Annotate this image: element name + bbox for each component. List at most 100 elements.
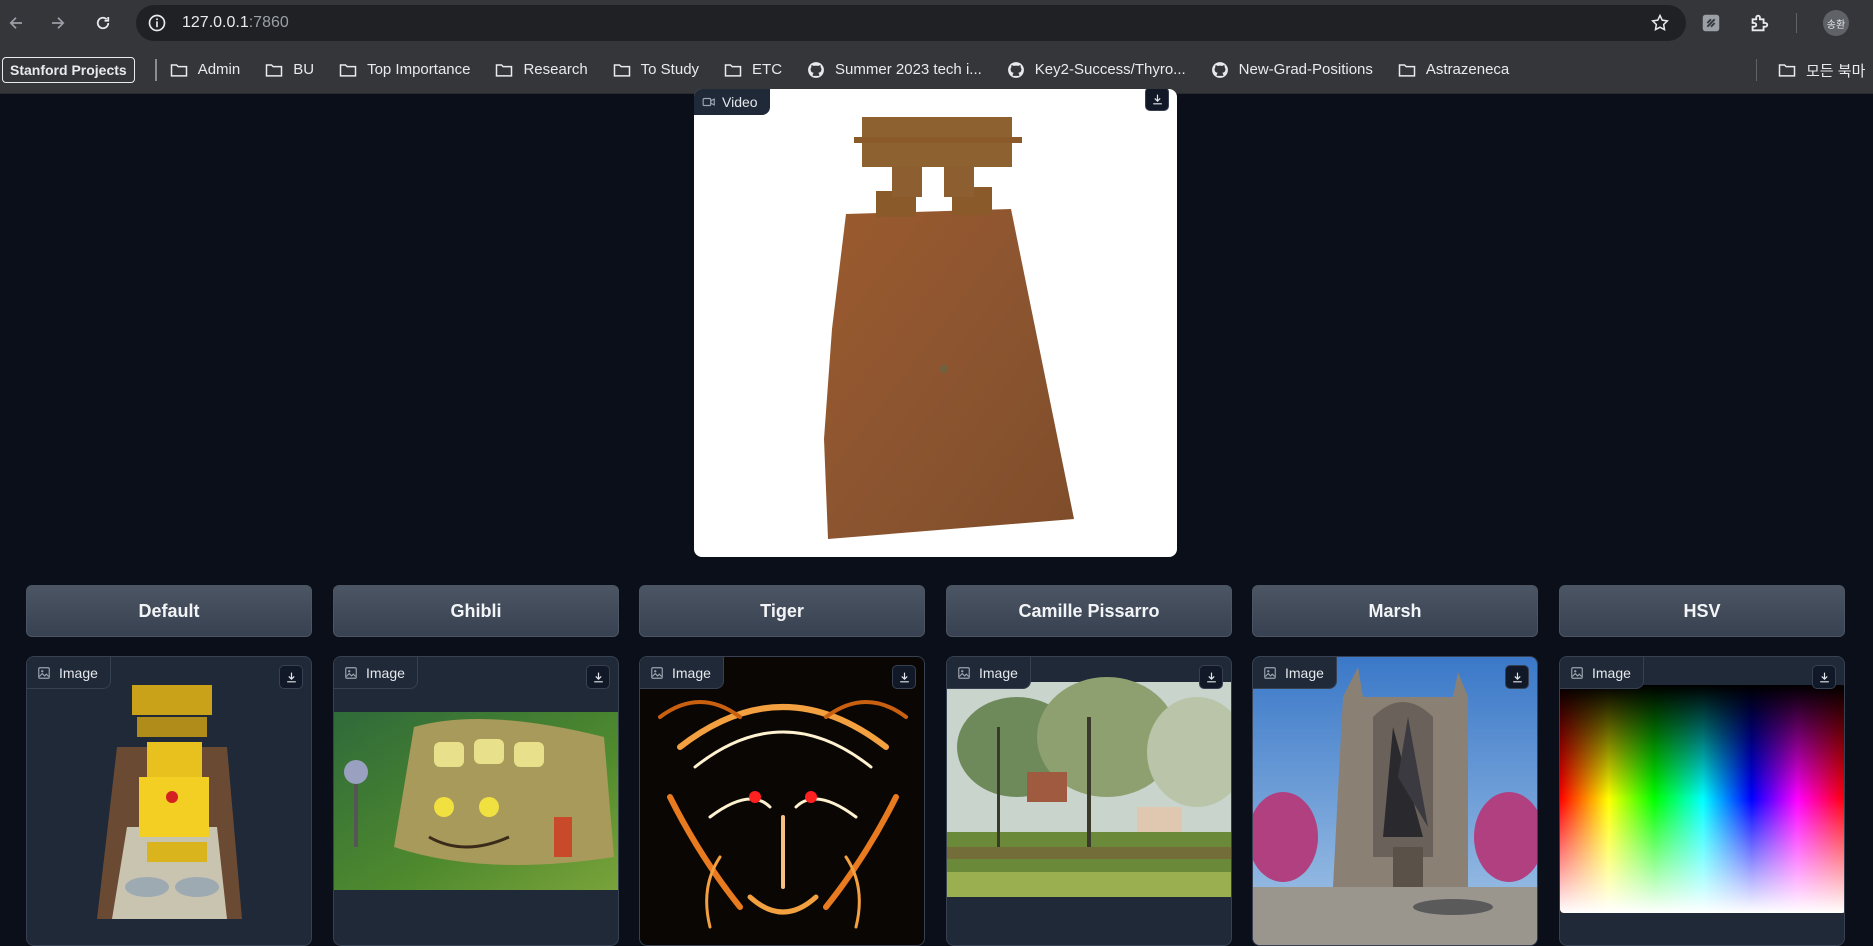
style-button-camille-pissarro[interactable]: Camille Pissarro (946, 585, 1232, 637)
extensions-puzzle-icon[interactable] (1748, 12, 1770, 34)
bookmark-label: Research (523, 61, 588, 78)
bookmark-label: ETC (752, 61, 783, 78)
image-card-ghibli: Image (333, 656, 619, 946)
forward-icon[interactable] (44, 9, 72, 37)
style-button-ghibli[interactable]: Ghibli (333, 585, 619, 637)
image-card-default: Image (26, 656, 312, 946)
back-icon[interactable] (2, 9, 30, 37)
style-button-default[interactable]: Default (26, 585, 312, 637)
bookmark-folder-research[interactable]: Research (494, 60, 588, 80)
image-card-camille-pissarro: Image (946, 656, 1232, 946)
bookmark-star-icon[interactable] (1650, 13, 1670, 33)
bookmark-label: Astrazeneca (1425, 61, 1510, 78)
image-label-badge: Image (1253, 657, 1337, 689)
style-button-hsv[interactable]: HSV (1559, 585, 1845, 637)
bookmark-folder-top-importance[interactable]: Top Importance (338, 60, 470, 80)
rendered-3d-model (824, 117, 1074, 539)
bookmark-folder-astrazeneca[interactable]: Astrazeneca (1397, 60, 1509, 80)
style-button-row: Default Ghibli Tiger Camille Pissarro Ma… (26, 585, 1846, 637)
bookmark-folder-bu[interactable]: BU (264, 60, 314, 80)
video-output: Video (694, 89, 1177, 557)
pissarro-style-image (947, 677, 1231, 897)
image-label-text: Image (1592, 664, 1631, 681)
folder-icon (496, 63, 513, 77)
toolbar-separator (1796, 13, 1797, 33)
bookmark-folder-to-study[interactable]: To Study (612, 60, 699, 80)
image-card-tiger: Image (639, 656, 925, 946)
image-download-button[interactable] (1199, 665, 1223, 689)
bookmark-stanford-projects[interactable]: Stanford Projects (2, 56, 135, 83)
folder-icon (339, 63, 357, 77)
bookmark-new-grad-positions[interactable]: New-Grad-Positions (1210, 60, 1373, 80)
bookmarks-bar: Stanford Projects Admin BU Top Importanc… (0, 46, 1873, 94)
image-download-button[interactable] (586, 665, 610, 689)
github-icon (1211, 61, 1228, 78)
style-button-marsh[interactable]: Marsh (1252, 585, 1538, 637)
profile-avatar[interactable]: 송환 (1823, 10, 1849, 36)
image-download-button[interactable] (1505, 665, 1529, 689)
address-bar[interactable]: 127.0.0.1:7860 (136, 5, 1686, 41)
folder-icon (1398, 63, 1416, 77)
extension-app-icon[interactable] (1700, 12, 1722, 34)
image-label-badge: Image (27, 657, 111, 689)
default-style-image (97, 685, 242, 919)
download-icon (1819, 672, 1829, 682)
bookmark-label: 모든 북마 (1806, 62, 1866, 80)
image-label-text: Image (1285, 664, 1324, 681)
image-label-badge: Image (640, 657, 724, 689)
marsh-style-image (1253, 657, 1537, 945)
site-info-icon[interactable] (146, 12, 168, 34)
bookmark-label: To Study (640, 61, 700, 78)
image-label-badge: Image (1560, 657, 1644, 689)
url-text[interactable]: 127.0.0.1:7860 (182, 14, 289, 32)
folder-icon (170, 63, 187, 77)
image-download-button[interactable] (279, 665, 303, 689)
bookmark-label: Admin (197, 61, 241, 78)
download-icon (1512, 672, 1522, 682)
image-icon (38, 666, 50, 679)
folder-icon (724, 63, 742, 77)
hsv-style-image (1560, 685, 1844, 913)
folder-icon (265, 63, 283, 77)
bookmark-folder-admin[interactable]: Admin (169, 60, 241, 80)
image-icon (1571, 666, 1583, 679)
bookmark-all-bookmarks[interactable]: 모든 북마 (1777, 60, 1865, 81)
image-card-hsv: Image (1559, 656, 1845, 946)
github-icon (1007, 61, 1024, 78)
bookmark-key2-success[interactable]: Key2-Success/Thyro... (1006, 60, 1186, 80)
folder-icon (1778, 64, 1796, 77)
image-label-badge: Image (947, 657, 1031, 689)
image-icon (651, 666, 663, 679)
image-label-text: Image (672, 664, 711, 681)
url-port: :7860 (248, 14, 289, 31)
image-label-badge: Image (334, 657, 418, 689)
app-page: Video Default Ghibli Tiger Camille Pissa… (0, 89, 1873, 946)
tiger-style-image (640, 657, 924, 945)
bookmark-folder-etc[interactable]: ETC (723, 60, 782, 80)
download-icon (899, 672, 909, 682)
bookmark-summer-2023[interactable]: Summer 2023 tech i... (806, 60, 982, 80)
reload-icon[interactable] (89, 9, 117, 37)
image-download-button[interactable] (1812, 665, 1836, 689)
ghibli-style-image (334, 712, 618, 890)
folder-icon (613, 63, 630, 77)
browser-toolbar: 127.0.0.1:7860 송환 (0, 0, 1873, 46)
image-label-text: Image (59, 664, 98, 681)
image-label-text: Image (366, 664, 405, 681)
image-download-button[interactable] (892, 665, 916, 689)
image-icon (958, 666, 970, 679)
image-icon (1264, 666, 1276, 679)
image-label-text: Image (979, 664, 1018, 681)
download-icon (286, 672, 296, 682)
download-icon (593, 672, 603, 682)
download-icon (1206, 672, 1216, 682)
style-button-tiger[interactable]: Tiger (639, 585, 925, 637)
bookmark-label: Summer 2023 tech i... (835, 61, 982, 78)
image-icon (345, 666, 357, 679)
bookmark-divider (1756, 59, 1757, 81)
bookmark-label: BU (293, 61, 315, 78)
github-icon (808, 61, 824, 78)
bookmark-label: Top Importance (367, 61, 471, 78)
url-host: 127.0.0.1 (182, 14, 249, 31)
image-card-marsh: Image (1252, 656, 1538, 946)
